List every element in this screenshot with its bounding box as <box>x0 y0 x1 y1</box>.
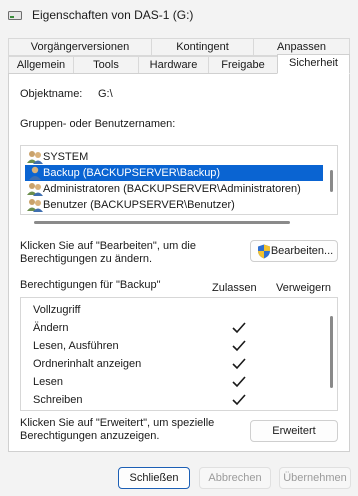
user-group-icon <box>27 198 43 212</box>
permissions-vertical-scrollbar[interactable] <box>330 316 333 388</box>
uac-shield-icon <box>257 244 271 266</box>
edit-button-label: Bearbeiten... <box>270 245 334 257</box>
list-item-label: Benutzer (BACKUPSERVER\Benutzer) <box>43 199 235 211</box>
window-title: Eigenschaften von DAS-1 (G:) <box>32 8 194 22</box>
user-icon <box>27 166 43 180</box>
object-name-label: Objektname: <box>20 88 83 100</box>
cancel-button[interactable]: Abbrechen <box>199 467 271 489</box>
deny-column-header: Verweigern <box>276 282 332 294</box>
checkmark-icon <box>232 322 246 334</box>
tab-sicherheit[interactable]: Sicherheit <box>277 54 350 74</box>
tab-kontingent[interactable]: Kontingent <box>151 38 254 56</box>
edit-button[interactable]: Bearbeiten... <box>250 240 338 262</box>
list-item-benutzer[interactable]: Benutzer (BACKUPSERVER\Benutzer) <box>25 197 325 213</box>
apply-button[interactable]: Übernehmen <box>279 467 351 489</box>
permission-row-aendern: Ändern <box>33 322 69 334</box>
user-group-icon <box>27 150 43 164</box>
permission-row-vollzugriff: Vollzugriff <box>33 304 81 316</box>
close-button[interactable]: Schließen <box>118 467 190 489</box>
permissions-list[interactable]: Vollzugriff Ändern Lesen, Ausführen Ordn… <box>20 297 338 411</box>
object-name-value: G:\ <box>98 88 113 100</box>
groups-horizontal-scrollbar[interactable] <box>34 221 290 224</box>
advanced-button[interactable]: Erweitert <box>250 420 338 442</box>
permission-row-lesen-ausfuehren: Lesen, Ausführen <box>33 340 119 352</box>
tab-freigabe[interactable]: Freigabe <box>208 56 278 74</box>
drive-icon <box>8 9 22 21</box>
permission-row-lesen: Lesen <box>33 376 63 388</box>
list-item-system[interactable]: SYSTEM <box>25 149 325 165</box>
checkmark-icon <box>232 394 246 406</box>
checkmark-icon <box>232 358 246 370</box>
tab-hardware[interactable]: Hardware <box>138 56 209 74</box>
groups-listbox[interactable]: SYSTEM Backup (BACKUPSERVER\Backup) Admi… <box>20 145 338 215</box>
permission-row-schreiben: Schreiben <box>33 394 83 406</box>
edit-hint-line2: Berechtigungen zu ändern. <box>20 253 153 265</box>
tab-tools[interactable]: Tools <box>73 56 139 74</box>
checkmark-icon <box>232 376 246 388</box>
groups-label: Gruppen- oder Benutzernamen: <box>20 118 176 130</box>
list-item-label: Administratoren (BACKUPSERVER\Administra… <box>43 183 301 195</box>
list-item-label: SYSTEM <box>43 151 89 163</box>
permissions-header: Berechtigungen für "Backup" <box>20 279 161 291</box>
list-item-backup[interactable]: Backup (BACKUPSERVER\Backup) <box>25 165 323 181</box>
list-item-administratoren[interactable]: Administratoren (BACKUPSERVER\Administra… <box>25 181 325 197</box>
permission-row-ordnerinhalt-anzeigen: Ordnerinhalt anzeigen <box>33 358 142 370</box>
title-bar[interactable]: Eigenschaften von DAS-1 (G:) <box>0 0 358 30</box>
list-item-label: Backup (BACKUPSERVER\Backup) <box>43 167 221 179</box>
allow-column-header: Zulassen <box>212 282 257 294</box>
advanced-hint-line1: Klicken Sie auf "Erweitert", um speziell… <box>20 417 215 429</box>
tab-vorgaengerversionen[interactable]: Vorgängerversionen <box>8 38 152 56</box>
edit-hint-line1: Klicken Sie auf "Bearbeiten", um die <box>20 240 196 252</box>
checkmark-icon <box>232 340 246 352</box>
groups-vertical-scrollbar[interactable] <box>330 170 333 192</box>
advanced-hint-line2: Berechtigungen anzuzeigen. <box>20 430 160 442</box>
user-group-icon <box>27 182 43 196</box>
tab-allgemein[interactable]: Allgemein <box>8 56 74 74</box>
